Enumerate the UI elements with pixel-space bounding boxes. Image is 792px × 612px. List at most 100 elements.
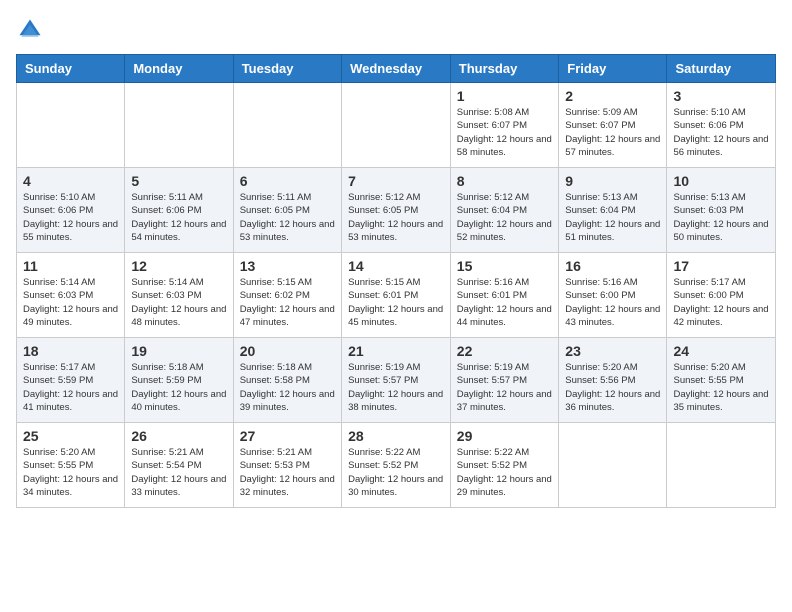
calendar-cell bbox=[233, 83, 341, 168]
calendar-cell bbox=[342, 83, 451, 168]
day-number: 19 bbox=[131, 343, 226, 359]
calendar-cell: 1 Sunrise: 5:08 AM Sunset: 6:07 PM Daylig… bbox=[450, 83, 559, 168]
calendar-cell: 21 Sunrise: 5:19 AM Sunset: 5:57 PM Dayli… bbox=[342, 338, 451, 423]
calendar-week-row: 25 Sunrise: 5:20 AM Sunset: 5:55 PM Dayli… bbox=[17, 423, 776, 508]
calendar-week-row: 4Sunrise: 5:10 AM Sunset: 6:06 PM Daylig… bbox=[17, 168, 776, 253]
calendar-cell bbox=[667, 423, 776, 508]
day-info: Sunrise: 5:13 AM Sunset: 6:04 PM Dayligh… bbox=[565, 191, 660, 244]
day-number: 22 bbox=[457, 343, 553, 359]
day-number: 20 bbox=[240, 343, 335, 359]
calendar-cell: 19 Sunrise: 5:18 AM Sunset: 5:59 PM Dayli… bbox=[125, 338, 233, 423]
day-info: Sunrise: 5:22 AM Sunset: 5:52 PM Dayligh… bbox=[457, 446, 553, 499]
calendar-cell: 7 Sunrise: 5:12 AM Sunset: 6:05 PM Daylig… bbox=[342, 168, 451, 253]
day-number: 5 bbox=[131, 173, 226, 189]
day-number: 16 bbox=[565, 258, 660, 274]
calendar-cell: 22Sunrise: 5:19 AM Sunset: 5:57 PM Dayli… bbox=[450, 338, 559, 423]
day-info: Sunrise: 5:15 AM Sunset: 6:02 PM Dayligh… bbox=[240, 276, 335, 329]
day-info: Sunrise: 5:09 AM Sunset: 6:07 PM Dayligh… bbox=[565, 106, 660, 159]
calendar-cell: 5 Sunrise: 5:11 AM Sunset: 6:06 PM Daylig… bbox=[125, 168, 233, 253]
calendar-cell: 10 Sunrise: 5:13 AM Sunset: 6:03 PM Dayli… bbox=[667, 168, 776, 253]
calendar-cell: 29 Sunrise: 5:22 AM Sunset: 5:52 PM Dayli… bbox=[450, 423, 559, 508]
day-info: Sunrise: 5:11 AM Sunset: 6:06 PM Dayligh… bbox=[131, 191, 226, 244]
calendar-week-row: 18 Sunrise: 5:17 AM Sunset: 5:59 PM Dayli… bbox=[17, 338, 776, 423]
day-info: Sunrise: 5:21 AM Sunset: 5:53 PM Dayligh… bbox=[240, 446, 335, 499]
day-info: Sunrise: 5:16 AM Sunset: 6:01 PM Dayligh… bbox=[457, 276, 553, 329]
day-info: Sunrise: 5:10 AM Sunset: 6:06 PM Dayligh… bbox=[23, 191, 118, 244]
day-info: Sunrise: 5:11 AM Sunset: 6:05 PM Dayligh… bbox=[240, 191, 335, 244]
day-info: Sunrise: 5:12 AM Sunset: 6:04 PM Dayligh… bbox=[457, 191, 553, 244]
day-number: 24 bbox=[673, 343, 769, 359]
day-info: Sunrise: 5:17 AM Sunset: 5:59 PM Dayligh… bbox=[23, 361, 118, 414]
calendar-cell bbox=[559, 423, 667, 508]
dow-header: Thursday bbox=[450, 55, 559, 83]
day-number: 17 bbox=[673, 258, 769, 274]
calendar-cell: 8 Sunrise: 5:12 AM Sunset: 6:04 PM Daylig… bbox=[450, 168, 559, 253]
calendar-cell: 3Sunrise: 5:10 AM Sunset: 6:06 PM Daylig… bbox=[667, 83, 776, 168]
day-number: 11 bbox=[23, 258, 118, 274]
calendar-cell: 23 Sunrise: 5:20 AM Sunset: 5:56 PM Dayli… bbox=[559, 338, 667, 423]
day-info: Sunrise: 5:13 AM Sunset: 6:03 PM Dayligh… bbox=[673, 191, 769, 244]
calendar-cell: 17 Sunrise: 5:17 AM Sunset: 6:00 PM Dayli… bbox=[667, 253, 776, 338]
calendar-cell: 12Sunrise: 5:14 AM Sunset: 6:03 PM Dayli… bbox=[125, 253, 233, 338]
calendar-cell: 26 Sunrise: 5:21 AM Sunset: 5:54 PM Dayli… bbox=[125, 423, 233, 508]
day-number: 8 bbox=[457, 173, 553, 189]
day-number: 6 bbox=[240, 173, 335, 189]
day-info: Sunrise: 5:17 AM Sunset: 6:00 PM Dayligh… bbox=[673, 276, 769, 329]
day-of-week-row: SundayMondayTuesdayWednesdayThursdayFrid… bbox=[17, 55, 776, 83]
calendar-cell: 2Sunrise: 5:09 AM Sunset: 6:07 PM Daylig… bbox=[559, 83, 667, 168]
day-info: Sunrise: 5:12 AM Sunset: 6:05 PM Dayligh… bbox=[348, 191, 444, 244]
day-info: Sunrise: 5:10 AM Sunset: 6:06 PM Dayligh… bbox=[673, 106, 769, 159]
dow-header: Friday bbox=[559, 55, 667, 83]
calendar-cell bbox=[125, 83, 233, 168]
day-number: 28 bbox=[348, 428, 444, 444]
day-info: Sunrise: 5:21 AM Sunset: 5:54 PM Dayligh… bbox=[131, 446, 226, 499]
calendar-cell: 14Sunrise: 5:15 AM Sunset: 6:01 PM Dayli… bbox=[342, 253, 451, 338]
day-info: Sunrise: 5:18 AM Sunset: 5:58 PM Dayligh… bbox=[240, 361, 335, 414]
page-header bbox=[16, 16, 776, 44]
calendar-body: 1 Sunrise: 5:08 AM Sunset: 6:07 PM Daylig… bbox=[17, 83, 776, 508]
day-info: Sunrise: 5:14 AM Sunset: 6:03 PM Dayligh… bbox=[23, 276, 118, 329]
day-number: 7 bbox=[348, 173, 444, 189]
day-number: 25 bbox=[23, 428, 118, 444]
day-info: Sunrise: 5:16 AM Sunset: 6:00 PM Dayligh… bbox=[565, 276, 660, 329]
calendar-cell: 15 Sunrise: 5:16 AM Sunset: 6:01 PM Dayli… bbox=[450, 253, 559, 338]
calendar-table: SundayMondayTuesdayWednesdayThursdayFrid… bbox=[16, 54, 776, 508]
day-number: 18 bbox=[23, 343, 118, 359]
day-info: Sunrise: 5:22 AM Sunset: 5:52 PM Dayligh… bbox=[348, 446, 444, 499]
day-number: 1 bbox=[457, 88, 553, 104]
day-number: 21 bbox=[348, 343, 444, 359]
dow-header: Saturday bbox=[667, 55, 776, 83]
calendar-cell: 11 Sunrise: 5:14 AM Sunset: 6:03 PM Dayli… bbox=[17, 253, 125, 338]
calendar-cell: 16 Sunrise: 5:16 AM Sunset: 6:00 PM Dayli… bbox=[559, 253, 667, 338]
day-number: 29 bbox=[457, 428, 553, 444]
day-info: Sunrise: 5:20 AM Sunset: 5:56 PM Dayligh… bbox=[565, 361, 660, 414]
calendar-cell bbox=[17, 83, 125, 168]
day-number: 26 bbox=[131, 428, 226, 444]
dow-header: Wednesday bbox=[342, 55, 451, 83]
calendar-cell: 28 Sunrise: 5:22 AM Sunset: 5:52 PM Dayli… bbox=[342, 423, 451, 508]
calendar-cell: 6 Sunrise: 5:11 AM Sunset: 6:05 PM Daylig… bbox=[233, 168, 341, 253]
day-number: 10 bbox=[673, 173, 769, 189]
day-info: Sunrise: 5:20 AM Sunset: 5:55 PM Dayligh… bbox=[673, 361, 769, 414]
dow-header: Tuesday bbox=[233, 55, 341, 83]
day-number: 23 bbox=[565, 343, 660, 359]
calendar-cell: 20 Sunrise: 5:18 AM Sunset: 5:58 PM Dayli… bbox=[233, 338, 341, 423]
day-number: 15 bbox=[457, 258, 553, 274]
day-info: Sunrise: 5:18 AM Sunset: 5:59 PM Dayligh… bbox=[131, 361, 226, 414]
day-info: Sunrise: 5:19 AM Sunset: 5:57 PM Dayligh… bbox=[348, 361, 444, 414]
calendar-week-row: 11 Sunrise: 5:14 AM Sunset: 6:03 PM Dayli… bbox=[17, 253, 776, 338]
calendar-week-row: 1 Sunrise: 5:08 AM Sunset: 6:07 PM Daylig… bbox=[17, 83, 776, 168]
logo-icon bbox=[16, 16, 44, 44]
day-number: 14 bbox=[348, 258, 444, 274]
calendar-cell: 13Sunrise: 5:15 AM Sunset: 6:02 PM Dayli… bbox=[233, 253, 341, 338]
calendar-cell: 4Sunrise: 5:10 AM Sunset: 6:06 PM Daylig… bbox=[17, 168, 125, 253]
calendar-cell: 9 Sunrise: 5:13 AM Sunset: 6:04 PM Daylig… bbox=[559, 168, 667, 253]
calendar-cell: 18 Sunrise: 5:17 AM Sunset: 5:59 PM Dayli… bbox=[17, 338, 125, 423]
day-info: Sunrise: 5:08 AM Sunset: 6:07 PM Dayligh… bbox=[457, 106, 553, 159]
day-info: Sunrise: 5:20 AM Sunset: 5:55 PM Dayligh… bbox=[23, 446, 118, 499]
logo bbox=[16, 16, 48, 44]
calendar-cell: 24 Sunrise: 5:20 AM Sunset: 5:55 PM Dayli… bbox=[667, 338, 776, 423]
day-number: 9 bbox=[565, 173, 660, 189]
day-number: 12 bbox=[131, 258, 226, 274]
dow-header: Sunday bbox=[17, 55, 125, 83]
